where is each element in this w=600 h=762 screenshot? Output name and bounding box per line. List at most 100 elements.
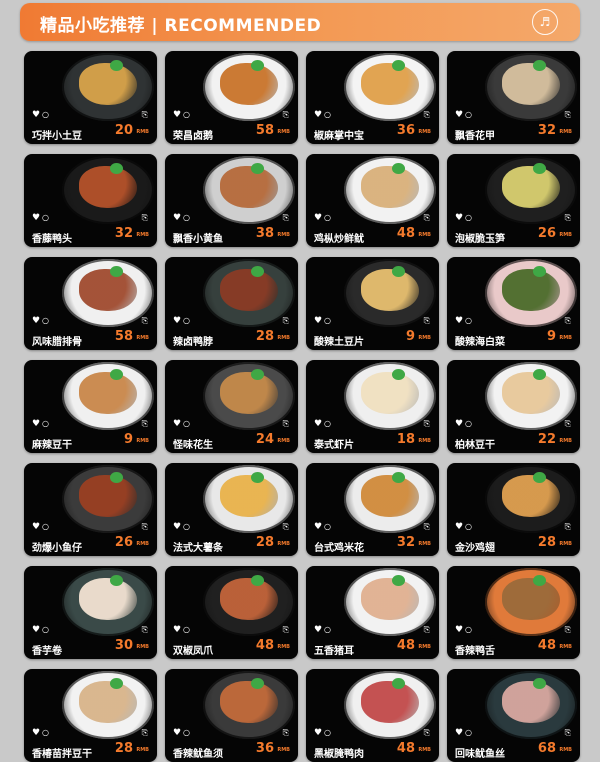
menu-item-card[interactable]: ♥ ○ ⎘ 风味腊排骨 58 RMB bbox=[24, 257, 157, 350]
comment-icon[interactable]: ○ bbox=[42, 728, 49, 737]
heart-icon[interactable]: ♥ bbox=[32, 419, 40, 429]
heart-icon[interactable]: ♥ bbox=[173, 625, 181, 635]
menu-item-card[interactable]: ♥ ○ ⎘ 法式大薯条 28 RMB bbox=[165, 463, 298, 556]
comment-icon[interactable]: ○ bbox=[183, 625, 190, 634]
bookmark-icon[interactable]: ⎘ bbox=[142, 625, 148, 635]
menu-item-card[interactable]: ♥ ○ ⎘ 荣昌卤鹅 58 RMB bbox=[165, 51, 298, 144]
heart-icon[interactable]: ♥ bbox=[32, 522, 40, 532]
comment-icon[interactable]: ○ bbox=[42, 625, 49, 634]
comment-icon[interactable]: ○ bbox=[324, 625, 331, 634]
comment-icon[interactable]: ○ bbox=[324, 728, 331, 737]
bookmark-icon[interactable]: ⎘ bbox=[142, 419, 148, 429]
bookmark-icon[interactable]: ⎘ bbox=[283, 522, 289, 532]
heart-icon[interactable]: ♥ bbox=[173, 522, 181, 532]
bookmark-icon[interactable]: ⎘ bbox=[565, 213, 571, 223]
comment-icon[interactable]: ○ bbox=[183, 316, 190, 325]
heart-icon[interactable]: ♥ bbox=[32, 625, 40, 635]
menu-item-card[interactable]: ♥ ○ ⎘ 香辣鸭舌 48 RMB bbox=[447, 566, 580, 659]
bookmark-icon[interactable]: ⎘ bbox=[283, 316, 289, 326]
heart-icon[interactable]: ♥ bbox=[455, 522, 463, 532]
comment-icon[interactable]: ○ bbox=[183, 110, 190, 119]
heart-icon[interactable]: ♥ bbox=[314, 419, 322, 429]
bookmark-icon[interactable]: ⎘ bbox=[424, 110, 430, 120]
menu-item-card[interactable]: ♥ ○ ⎘ 双椒凤爪 48 RMB bbox=[165, 566, 298, 659]
bookmark-icon[interactable]: ⎘ bbox=[565, 728, 571, 738]
heart-icon[interactable]: ♥ bbox=[173, 419, 181, 429]
heart-icon[interactable]: ♥ bbox=[32, 728, 40, 738]
heart-icon[interactable]: ♥ bbox=[455, 316, 463, 326]
heart-icon[interactable]: ♥ bbox=[173, 728, 181, 738]
bookmark-icon[interactable]: ⎘ bbox=[565, 316, 571, 326]
menu-item-card[interactable]: ♥ ○ ⎘ 黑椒腌鸭肉 48 RMB bbox=[306, 669, 439, 762]
comment-icon[interactable]: ○ bbox=[183, 522, 190, 531]
bookmark-icon[interactable]: ⎘ bbox=[565, 419, 571, 429]
menu-item-card[interactable]: ♥ ○ ⎘ 劲爆小鱼仔 26 RMB bbox=[24, 463, 157, 556]
menu-item-card[interactable]: ♥ ○ ⎘ 酸辣土豆片 9 RMB bbox=[306, 257, 439, 350]
heart-icon[interactable]: ♥ bbox=[32, 316, 40, 326]
heart-icon[interactable]: ♥ bbox=[455, 419, 463, 429]
menu-item-card[interactable]: ♥ ○ ⎘ 飘香小黄鱼 38 RMB bbox=[165, 154, 298, 247]
heart-icon[interactable]: ♥ bbox=[32, 213, 40, 223]
bookmark-icon[interactable]: ⎘ bbox=[565, 522, 571, 532]
comment-icon[interactable]: ○ bbox=[465, 728, 472, 737]
heart-icon[interactable]: ♥ bbox=[455, 213, 463, 223]
comment-icon[interactable]: ○ bbox=[42, 213, 49, 222]
bookmark-icon[interactable]: ⎘ bbox=[283, 728, 289, 738]
heart-icon[interactable]: ♥ bbox=[173, 110, 181, 120]
comment-icon[interactable]: ○ bbox=[465, 625, 472, 634]
comment-icon[interactable]: ○ bbox=[324, 419, 331, 428]
menu-item-card[interactable]: ♥ ○ ⎘ 香辣鱿鱼须 36 RMB bbox=[165, 669, 298, 762]
menu-item-card[interactable]: ♥ ○ ⎘ 香椿苗拌豆干 28 RMB bbox=[24, 669, 157, 762]
comment-icon[interactable]: ○ bbox=[324, 213, 331, 222]
heart-icon[interactable]: ♥ bbox=[314, 522, 322, 532]
heart-icon[interactable]: ♥ bbox=[455, 625, 463, 635]
bookmark-icon[interactable]: ⎘ bbox=[424, 625, 430, 635]
menu-item-card[interactable]: ♥ ○ ⎘ 柏林豆干 22 RMB bbox=[447, 360, 580, 453]
comment-icon[interactable]: ○ bbox=[42, 110, 49, 119]
bookmark-icon[interactable]: ⎘ bbox=[283, 213, 289, 223]
menu-item-card[interactable]: ♥ ○ ⎘ 香芋卷 30 RMB bbox=[24, 566, 157, 659]
comment-icon[interactable]: ○ bbox=[324, 522, 331, 531]
heart-icon[interactable]: ♥ bbox=[314, 625, 322, 635]
bookmark-icon[interactable]: ⎘ bbox=[142, 728, 148, 738]
bookmark-icon[interactable]: ⎘ bbox=[565, 625, 571, 635]
bookmark-icon[interactable]: ⎘ bbox=[283, 110, 289, 120]
menu-item-card[interactable]: ♥ ○ ⎘ 五香猪耳 48 RMB bbox=[306, 566, 439, 659]
bookmark-icon[interactable]: ⎘ bbox=[424, 316, 430, 326]
bookmark-icon[interactable]: ⎘ bbox=[424, 522, 430, 532]
heart-icon[interactable]: ♥ bbox=[314, 316, 322, 326]
comment-icon[interactable]: ○ bbox=[42, 316, 49, 325]
menu-item-card[interactable]: ♥ ○ ⎘ 香藤鸭头 32 RMB bbox=[24, 154, 157, 247]
bookmark-icon[interactable]: ⎘ bbox=[424, 728, 430, 738]
menu-item-card[interactable]: ♥ ○ ⎘ 鸡枞炒鲜鱿 48 RMB bbox=[306, 154, 439, 247]
comment-icon[interactable]: ○ bbox=[183, 728, 190, 737]
comment-icon[interactable]: ○ bbox=[324, 110, 331, 119]
comment-icon[interactable]: ○ bbox=[465, 110, 472, 119]
heart-icon[interactable]: ♥ bbox=[314, 728, 322, 738]
bookmark-icon[interactable]: ⎘ bbox=[142, 213, 148, 223]
heart-icon[interactable]: ♥ bbox=[173, 213, 181, 223]
bookmark-icon[interactable]: ⎘ bbox=[142, 522, 148, 532]
heart-icon[interactable]: ♥ bbox=[314, 213, 322, 223]
heart-icon[interactable]: ♥ bbox=[173, 316, 181, 326]
heart-icon[interactable]: ♥ bbox=[455, 110, 463, 120]
menu-item-card[interactable]: ♥ ○ ⎘ 飘香花甲 32 RMB bbox=[447, 51, 580, 144]
menu-item-card[interactable]: ♥ ○ ⎘ 辣卤鸭脖 28 RMB bbox=[165, 257, 298, 350]
menu-item-card[interactable]: ♥ ○ ⎘ 台式鸡米花 32 RMB bbox=[306, 463, 439, 556]
comment-icon[interactable]: ○ bbox=[42, 419, 49, 428]
heart-icon[interactable]: ♥ bbox=[314, 110, 322, 120]
bookmark-icon[interactable]: ⎘ bbox=[283, 419, 289, 429]
menu-item-card[interactable]: ♥ ○ ⎘ 泰式虾片 18 RMB bbox=[306, 360, 439, 453]
menu-item-card[interactable]: ♥ ○ ⎘ 泡椒脆玉笋 26 RMB bbox=[447, 154, 580, 247]
bookmark-icon[interactable]: ⎘ bbox=[142, 110, 148, 120]
bookmark-icon[interactable]: ⎘ bbox=[142, 316, 148, 326]
comment-icon[interactable]: ○ bbox=[42, 522, 49, 531]
menu-item-card[interactable]: ♥ ○ ⎘ 麻辣豆干 9 RMB bbox=[24, 360, 157, 453]
comment-icon[interactable]: ○ bbox=[465, 316, 472, 325]
bookmark-icon[interactable]: ⎘ bbox=[424, 213, 430, 223]
menu-item-card[interactable]: ♥ ○ ⎘ 椒麻掌中宝 36 RMB bbox=[306, 51, 439, 144]
bookmark-icon[interactable]: ⎘ bbox=[424, 419, 430, 429]
comment-icon[interactable]: ○ bbox=[465, 522, 472, 531]
comment-icon[interactable]: ○ bbox=[465, 419, 472, 428]
menu-item-card[interactable]: ♥ ○ ⎘ 回味鱿鱼丝 68 RMB bbox=[447, 669, 580, 762]
